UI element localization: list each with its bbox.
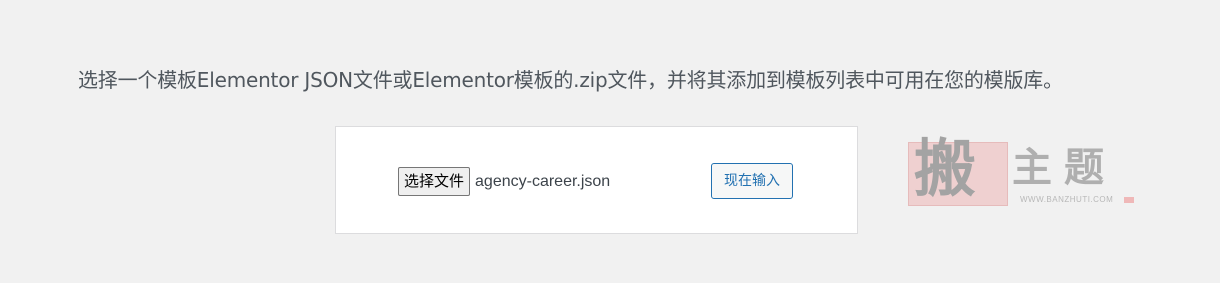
upload-panel: 选择文件 agency-career.json 现在输入	[335, 126, 858, 234]
selected-file-name: agency-career.json	[475, 172, 611, 190]
watermark-logo: 搬 主题 WWW.BANZHUTI.COM	[908, 134, 1138, 210]
watermark-url: WWW.BANZHUTI.COM	[1020, 195, 1114, 204]
watermark-text: 主题	[1012, 144, 1116, 191]
import-now-button[interactable]: 现在输入	[711, 163, 793, 199]
watermark-seal-char: 搬	[914, 132, 977, 205]
file-input[interactable]: 选择文件 agency-career.json	[398, 167, 610, 196]
import-instructions: 选择一个模板Elementor JSON文件或Elementor模板的.zip文…	[78, 68, 1063, 92]
import-templates-page: 选择一个模板Elementor JSON文件或Elementor模板的.zip文…	[0, 0, 1220, 283]
choose-file-button[interactable]: 选择文件	[398, 167, 471, 196]
watermark-red-mark	[1124, 197, 1134, 203]
